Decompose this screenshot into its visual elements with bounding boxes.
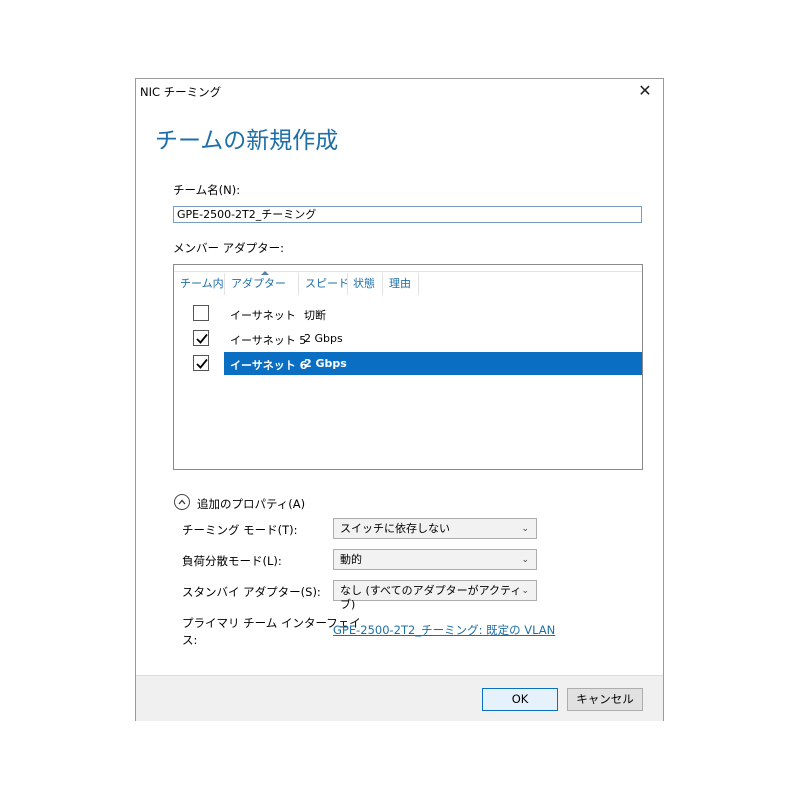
chevron-down-icon: ⌄ <box>521 586 529 596</box>
check-icon <box>196 358 208 369</box>
column-separator <box>224 273 225 295</box>
chevron-down-icon: ⌄ <box>521 555 529 565</box>
adapter-speed: 2 Gbps <box>304 332 343 345</box>
additional-properties-label[interactable]: 追加のプロパティ(A) <box>197 496 305 512</box>
sort-ascending-icon <box>261 271 269 275</box>
cancel-button[interactable]: キャンセル <box>567 688 643 711</box>
column-header-speed[interactable]: スピード <box>305 277 349 295</box>
adapter-speed: 2 Gbps <box>304 357 347 370</box>
adapter-speed: 切断 <box>304 309 326 322</box>
dialog-footer: OK キャンセル <box>136 675 663 721</box>
chevron-down-icon: ⌄ <box>521 524 529 534</box>
load-balancing-value: 動的 <box>340 553 362 566</box>
close-icon[interactable]: ✕ <box>635 81 655 101</box>
page-title: チームの新規作成 <box>155 128 339 154</box>
adapter-name: イーサネット 6 <box>230 359 308 372</box>
column-header-status[interactable]: 状態 <box>353 277 375 295</box>
member-adapters-label: メンバー アダプター: <box>173 241 285 255</box>
ok-button[interactable]: OK <box>482 688 558 711</box>
load-balancing-label: 負荷分散モード(L): <box>182 554 282 568</box>
collapse-properties-icon[interactable] <box>174 494 190 510</box>
teaming-mode-select[interactable]: スイッチに依存しない ⌄ <box>333 518 537 539</box>
standby-adapter-label: スタンバイ アダプター(S): <box>182 585 321 599</box>
team-name-input[interactable]: GPE-2500-2T2_チーミング <box>173 206 642 223</box>
member-adapters-list[interactable]: チーム内 アダプター スピード 状態 理由 イーサネット 切断 イーサネット 5… <box>173 264 643 470</box>
column-separator <box>382 273 383 295</box>
window-title: NIC チーミング <box>140 85 222 99</box>
column-separator <box>418 273 419 295</box>
in-team-checkbox[interactable] <box>193 355 209 371</box>
team-name-label: チーム名(N): <box>173 183 241 197</box>
title-bar: NIC チーミング ✕ <box>136 79 663 103</box>
primary-interface-label-line2: ス: <box>182 633 198 647</box>
standby-adapter-value: なし (すべてのアダプターがアクティブ) <box>340 584 522 611</box>
teaming-mode-value: スイッチに依存しない <box>340 522 450 535</box>
column-separator <box>298 273 299 295</box>
list-header-strip <box>174 265 642 272</box>
adapter-name: イーサネット <box>230 309 296 322</box>
nic-teaming-dialog: NIC チーミング ✕ チームの新規作成 チーム名(N): GPE-2500-2… <box>135 78 664 721</box>
column-header-in-team[interactable]: チーム内 <box>180 277 224 295</box>
column-header-reason[interactable]: 理由 <box>389 277 411 295</box>
column-header-adapter[interactable]: アダプター <box>231 277 286 295</box>
table-row[interactable]: イーサネット 5 2 Gbps <box>174 327 642 350</box>
in-team-checkbox[interactable] <box>193 330 209 346</box>
table-row[interactable]: イーサネット 切断 <box>174 302 642 325</box>
load-balancing-select[interactable]: 動的 ⌄ <box>333 549 537 570</box>
check-icon <box>196 333 208 344</box>
table-row[interactable]: イーサネット 6 2 Gbps <box>174 352 642 375</box>
primary-interface-link[interactable]: GPE-2500-2T2_チーミング: 既定の VLAN <box>333 622 555 638</box>
adapter-name: イーサネット 5 <box>230 334 307 347</box>
in-team-checkbox[interactable] <box>193 305 209 321</box>
standby-adapter-select[interactable]: なし (すべてのアダプターがアクティブ) ⌄ <box>333 580 537 611</box>
column-separator <box>347 273 348 295</box>
teaming-mode-label: チーミング モード(T): <box>182 523 298 537</box>
